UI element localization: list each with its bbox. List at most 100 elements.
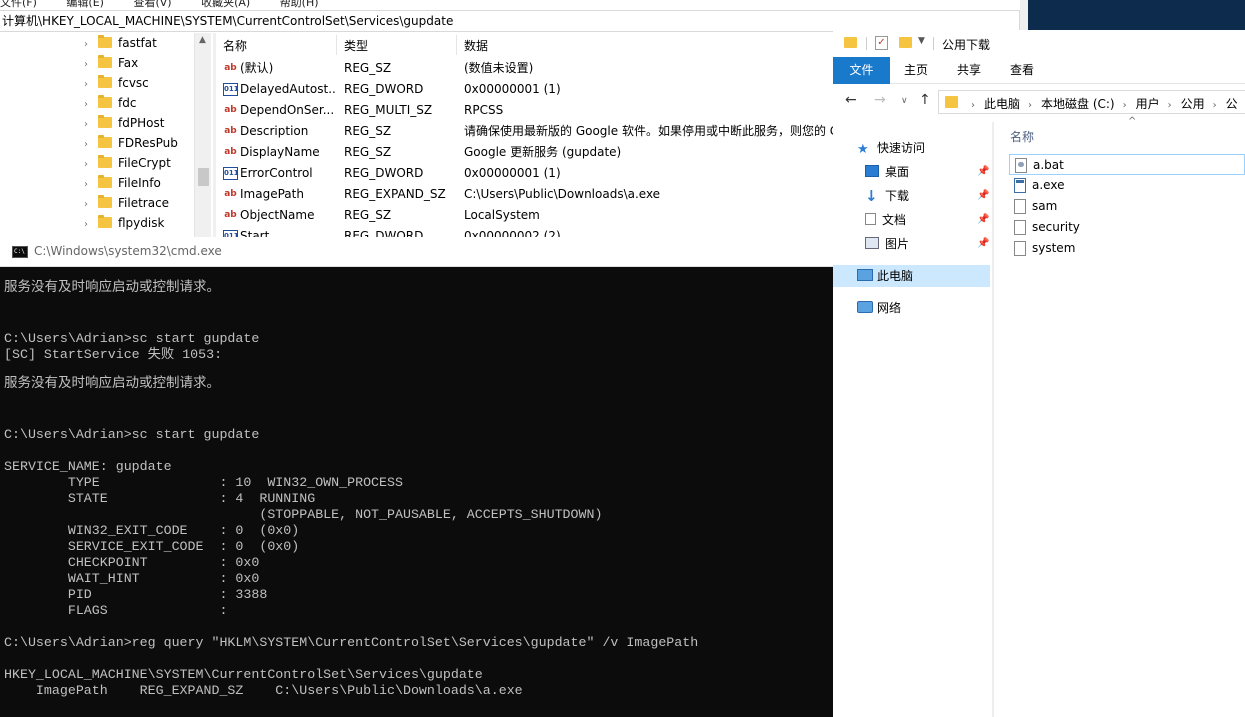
tab-home[interactable]: 主页 xyxy=(890,57,942,84)
up-arrow-icon[interactable]: ↑ xyxy=(919,92,931,108)
menu-edit[interactable]: 编辑(E) xyxy=(66,0,104,9)
folder-icon xyxy=(98,95,112,108)
pin-icon[interactable]: 📌 xyxy=(977,185,989,207)
tree-key-label: FileInfo xyxy=(118,176,161,190)
column-header-name[interactable]: 名称 xyxy=(223,37,247,55)
value-type: REG_SZ xyxy=(344,145,392,159)
menu-help[interactable]: 帮助(H) xyxy=(280,0,319,9)
tree-key[interactable]: › FileInfo xyxy=(84,173,161,193)
chevron-right-icon[interactable]: › xyxy=(84,55,98,75)
value-name: ObjectName xyxy=(240,208,315,222)
tree-key[interactable]: › fdPHost xyxy=(84,113,164,133)
tree-key[interactable]: › Fax xyxy=(84,53,138,73)
chevron-right-icon[interactable]: › xyxy=(84,195,98,215)
nav-downloads[interactable]: ↓ 下载 📌 xyxy=(865,185,993,207)
menu-file[interactable]: 文件(F) xyxy=(0,0,37,9)
nav-documents[interactable]: 文档 📌 xyxy=(865,209,993,231)
scroll-up-icon[interactable]: ▲ xyxy=(199,35,206,45)
chevron-right-icon[interactable]: › xyxy=(84,155,98,175)
cmd-window[interactable]: C:\ C:\Windows\system32\cmd.exe 服务没有及时响应… xyxy=(0,237,833,717)
console-line: [SC] StartService 失败 1053: xyxy=(4,347,223,362)
tree-scrollbar[interactable]: ▲ xyxy=(194,33,211,245)
column-divider[interactable] xyxy=(456,35,457,55)
explorer-address-bar[interactable]: › 此电脑 › 本地磁盘 (C:) › 用户 › 公用 › 公 xyxy=(938,90,1245,114)
column-divider[interactable] xyxy=(336,35,337,55)
console-line: C:\Users\Adrian>sc start gupdate xyxy=(4,427,260,442)
chevron-right-icon[interactable]: › xyxy=(84,215,98,235)
forward-arrow-icon[interactable]: → xyxy=(874,92,886,108)
value-name: DelayedAutost... xyxy=(240,82,335,96)
breadcrumb-local-disk[interactable]: 本地磁盘 (C:) xyxy=(1041,97,1115,111)
value-data: 0x00000001 (1) xyxy=(464,166,561,180)
console-line: STATE : 4 RUNNING xyxy=(4,491,316,506)
file-item[interactable]: sam xyxy=(1009,196,1245,217)
registry-address-bar[interactable]: 计算机\HKEY_LOCAL_MACHINE\SYSTEM\CurrentCon… xyxy=(0,10,1020,32)
properties-icon[interactable]: ✓ xyxy=(875,36,888,50)
console-line: ImagePath REG_EXPAND_SZ C:\Users\Public\… xyxy=(4,683,523,698)
new-folder-icon[interactable] xyxy=(899,37,912,48)
document-icon xyxy=(865,213,876,225)
tree-key[interactable]: › flpydisk xyxy=(84,213,164,233)
tab-share[interactable]: 共享 xyxy=(943,57,995,84)
folder-icon xyxy=(98,75,112,88)
chevron-down-icon[interactable]: ▼ xyxy=(918,36,925,46)
tree-key[interactable]: › fcvsc xyxy=(84,73,149,93)
console-line: (STOPPABLE, NOT_PAUSABLE, ACCEPTS_SHUTDO… xyxy=(4,507,603,522)
chevron-right-icon[interactable]: › xyxy=(84,175,98,195)
folder-icon xyxy=(945,96,958,108)
tree-key[interactable]: › Filetrace xyxy=(84,193,169,213)
tree-key[interactable]: › FDResPub xyxy=(84,133,178,153)
nav-pictures[interactable]: 图片 📌 xyxy=(865,233,993,255)
console-line: WIN32_EXIT_CODE : 0 (0x0) xyxy=(4,523,300,538)
tree-key-label: fdPHost xyxy=(118,116,165,130)
breadcrumb-users[interactable]: 用户 xyxy=(1136,97,1160,111)
nav-quick-access[interactable]: ★ 快速访问 xyxy=(857,137,925,159)
tree-key-label: Fax xyxy=(118,56,139,70)
registry-key-tree: › fastfat › Fax › fcvsc › fdc › fdPHost › FDResPub ›… xyxy=(0,33,212,245)
breadcrumb-chevron-icon[interactable]: › xyxy=(971,100,975,111)
file-item[interactable]: security xyxy=(1009,217,1245,238)
tree-key[interactable]: › fastfat xyxy=(84,33,157,53)
nav-network[interactable]: 网络 xyxy=(857,297,901,319)
menu-favorites[interactable]: 收藏夹(A) xyxy=(201,0,250,9)
console-icon: C:\ xyxy=(12,246,28,258)
console-line: SERVICE_EXIT_CODE : 0 (0x0) xyxy=(4,539,300,554)
column-header-name[interactable]: 名称 xyxy=(1010,128,1034,145)
chevron-right-icon[interactable]: › xyxy=(84,75,98,95)
pane-splitter[interactable] xyxy=(213,33,216,245)
file-item[interactable]: a.bat xyxy=(1009,154,1245,175)
tree-key[interactable]: › fdc xyxy=(84,93,136,113)
recent-locations-chevron-icon[interactable]: ∨ xyxy=(901,96,908,106)
nav-desktop[interactable]: 桌面 📌 xyxy=(865,161,993,183)
tab-file[interactable]: 文件 xyxy=(833,57,890,84)
chevron-right-icon[interactable]: › xyxy=(84,115,98,135)
pin-icon[interactable]: 📌 xyxy=(977,233,989,255)
file-item[interactable]: system xyxy=(1009,238,1245,259)
menu-view[interactable]: 查看(V) xyxy=(133,0,171,9)
file-item[interactable]: a.exe xyxy=(1009,175,1245,196)
breadcrumb-this-pc[interactable]: 此电脑 xyxy=(984,97,1020,111)
tab-view[interactable]: 查看 xyxy=(996,57,1048,84)
chevron-right-icon[interactable]: › xyxy=(84,135,98,155)
column-header-data[interactable]: 数据 xyxy=(464,37,488,55)
pin-icon[interactable]: 📌 xyxy=(977,209,989,231)
back-arrow-icon[interactable]: ← xyxy=(845,92,857,108)
cmd-window-title: C:\Windows\system32\cmd.exe xyxy=(34,244,222,258)
nav-this-pc[interactable]: 此电脑 xyxy=(833,265,990,287)
breadcrumb-chevron-icon[interactable]: › xyxy=(1123,100,1127,111)
scrollbar-thumb[interactable] xyxy=(198,168,209,186)
chevron-right-icon[interactable]: › xyxy=(84,95,98,115)
console-output[interactable]: 服务没有及时响应启动或控制请求。 C:\Users\Adrian>sc start… xyxy=(4,267,832,717)
string-value-icon: ab xyxy=(224,210,237,220)
breadcrumb-public-cut[interactable]: 公 xyxy=(1226,97,1238,111)
chevron-right-icon[interactable]: › xyxy=(84,35,98,55)
column-header-type[interactable]: 类型 xyxy=(344,37,368,55)
cmd-title-bar[interactable]: C:\ C:\Windows\system32\cmd.exe xyxy=(0,237,833,267)
tree-key[interactable]: › FileCrypt xyxy=(84,153,171,173)
dword-value-icon: 011 xyxy=(223,83,239,96)
pin-icon[interactable]: 📌 xyxy=(977,161,989,183)
breadcrumb-chevron-icon[interactable]: › xyxy=(1168,100,1172,111)
breadcrumb-chevron-icon[interactable]: › xyxy=(1028,100,1032,111)
breadcrumb-chevron-icon[interactable]: › xyxy=(1213,100,1217,111)
breadcrumb-public[interactable]: 公用 xyxy=(1181,97,1205,111)
